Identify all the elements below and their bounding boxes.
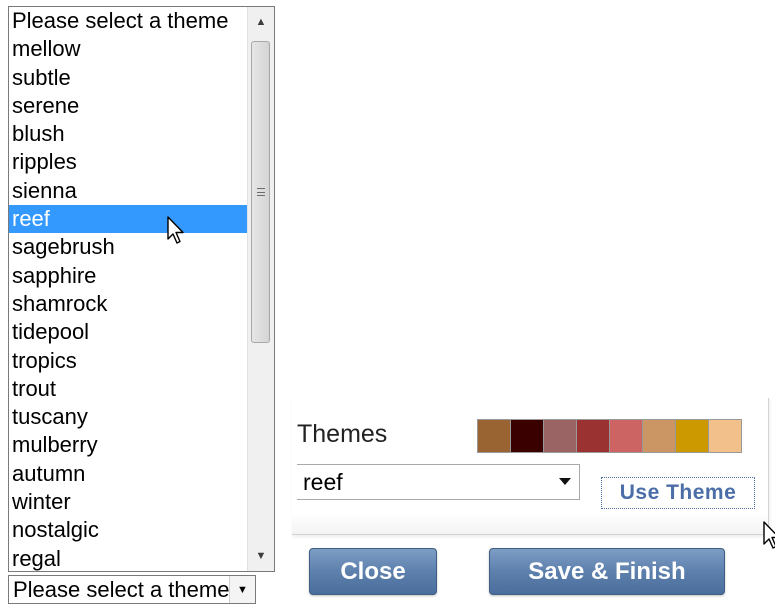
theme-select-value: Please select a theme bbox=[13, 577, 229, 602]
theme-option-serene[interactable]: serene bbox=[9, 92, 248, 120]
theme-option-nostalgic[interactable]: nostalgic bbox=[9, 516, 248, 544]
theme-option-blush[interactable]: blush bbox=[9, 120, 248, 148]
theme-option-winter[interactable]: winter bbox=[9, 488, 248, 516]
theme-swatch-2 bbox=[510, 419, 544, 453]
close-button[interactable]: Close bbox=[309, 548, 437, 595]
theme-swatch-7 bbox=[675, 419, 709, 453]
theme-swatch-6 bbox=[642, 419, 676, 453]
theme-option-sienna[interactable]: sienna bbox=[9, 177, 248, 205]
grip-icon bbox=[256, 188, 265, 196]
chevron-down-icon[interactable]: ▼ bbox=[229, 576, 255, 603]
theme-option-trout[interactable]: trout bbox=[9, 375, 248, 403]
theme-option-subtle[interactable]: subtle bbox=[9, 64, 248, 92]
theme-swatch-3 bbox=[543, 419, 577, 453]
theme-option-autumn[interactable]: autumn bbox=[9, 460, 248, 488]
theme-swatch-1 bbox=[477, 419, 511, 453]
theme-dropdown-list[interactable]: Please select a theme mellow subtle serene b… bbox=[8, 6, 275, 572]
theme-option-tidepool[interactable]: tidepool bbox=[9, 318, 248, 346]
theme-option-tropics[interactable]: tropics bbox=[9, 347, 248, 375]
theme-options: Please select a theme mellow subtle serene b… bbox=[9, 7, 248, 571]
theme-swatch-4 bbox=[576, 419, 610, 453]
theme-swatch-8 bbox=[708, 419, 742, 453]
theme-option-sagebrush[interactable]: sagebrush bbox=[9, 233, 248, 261]
theme-option-reef[interactable]: reef bbox=[9, 205, 248, 234]
theme-color-swatches bbox=[477, 419, 742, 453]
theme-option-tuscany[interactable]: tuscany bbox=[9, 403, 248, 431]
theme-select-collapsed[interactable]: Please select a theme ▼ bbox=[8, 575, 256, 604]
theme-option-shamrock[interactable]: shamrock bbox=[9, 290, 248, 318]
select-arrow-icon[interactable] bbox=[559, 478, 571, 485]
scroll-thumb[interactable] bbox=[251, 41, 270, 343]
use-theme-button[interactable]: Use Theme bbox=[601, 477, 755, 509]
themes-label: Themes bbox=[297, 420, 388, 448]
list-scrollbar[interactable]: ▲ ▼ bbox=[247, 7, 274, 571]
theme-option-mulberry[interactable]: mulberry bbox=[9, 431, 248, 459]
scroll-down-arrow-icon[interactable]: ▼ bbox=[248, 541, 274, 571]
scroll-up-arrow-icon[interactable]: ▲ bbox=[248, 7, 274, 37]
theme-option-mellow[interactable]: mellow bbox=[9, 35, 248, 63]
theme-option-placeholder[interactable]: Please select a theme bbox=[9, 7, 248, 35]
theme-option-ripples[interactable]: ripples bbox=[9, 148, 248, 176]
theme-swatch-5 bbox=[609, 419, 643, 453]
theme-option-sapphire[interactable]: sapphire bbox=[9, 262, 248, 290]
save-finish-button[interactable]: Save & Finish bbox=[489, 548, 725, 595]
theme-select[interactable]: reef bbox=[297, 464, 580, 500]
theme-option-regal[interactable]: regal bbox=[9, 545, 248, 571]
theme-select-selected-value: reef bbox=[303, 469, 343, 495]
